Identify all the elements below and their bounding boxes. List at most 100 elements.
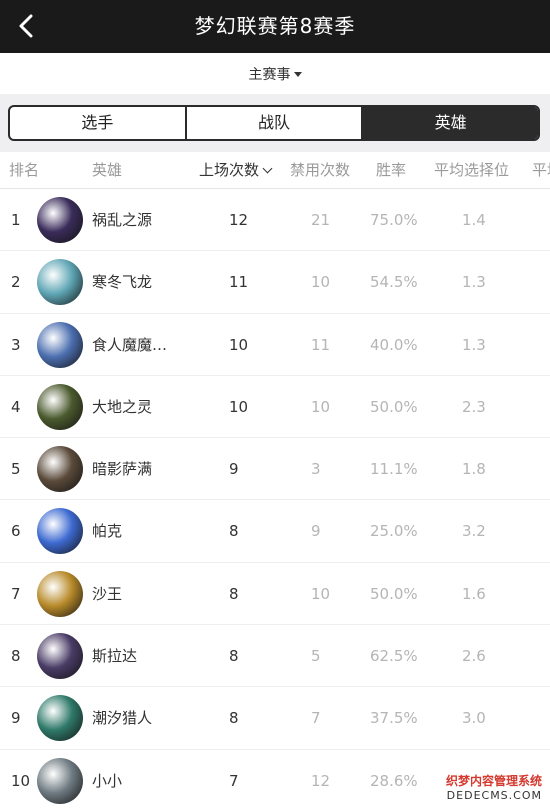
- winrate-cell: 28.6%: [370, 771, 418, 790]
- hero-table: 1 祸乱之源 12 21 75.0% 1.4 2 寒冬飞龙 11 10 54.5…: [0, 189, 550, 808]
- column-header-overflow[interactable]: 平均: [532, 152, 550, 189]
- rank-cell: 2: [11, 273, 21, 292]
- bans-cell: 9: [311, 522, 321, 541]
- rank-cell: 8: [11, 647, 21, 666]
- table-row[interactable]: 5 暗影萨满 9 3 11.1% 1.8: [0, 438, 550, 501]
- page-title: 梦幻联赛第8赛季: [194, 14, 356, 38]
- app-header: 梦幻联赛第8赛季: [0, 0, 550, 53]
- winrate-cell: 40.0%: [370, 335, 418, 354]
- column-header-picks[interactable]: 上场次数: [199, 152, 273, 189]
- rank-cell: 1: [11, 211, 21, 229]
- picks-cell: 11: [229, 273, 249, 292]
- tab-teams[interactable]: 战队: [184, 107, 362, 139]
- rank-cell: 7: [11, 584, 21, 603]
- hero-name: 食人魔魔…: [92, 335, 168, 354]
- table-row[interactable]: 8 斯拉达 8 5 62.5% 2.6: [0, 625, 550, 688]
- table-header: 排名 英雄 上场次数 禁用次数 胜率 平均选择位 平均: [0, 152, 550, 189]
- column-header-avg-pick-position[interactable]: 平均选择位: [434, 152, 509, 189]
- watermark-logo: 织梦内容管理系统 DEDECMS.COM: [432, 772, 542, 802]
- hero-name: 大地之灵: [92, 397, 153, 416]
- hero-avatar: [37, 446, 83, 493]
- column-header-bans[interactable]: 禁用次数: [290, 152, 350, 189]
- picks-cell: 10: [229, 335, 249, 354]
- picks-cell: 8: [229, 584, 239, 603]
- rank-cell: 9: [11, 709, 21, 728]
- watermark-text: 织梦内容管理系统: [445, 774, 542, 788]
- winrate-cell: 25.0%: [370, 522, 418, 541]
- rank-cell: 5: [11, 460, 21, 479]
- winrate-cell: 50.0%: [370, 397, 418, 416]
- column-header-rank[interactable]: 排名: [9, 152, 39, 189]
- hero-avatar: [37, 259, 83, 306]
- hero-name: 小小: [92, 771, 123, 790]
- event-filter-dropdown[interactable]: 主赛事: [249, 64, 302, 84]
- hero-avatar: [37, 757, 83, 804]
- column-header-winrate[interactable]: 胜率: [376, 152, 406, 189]
- hero-name: 帕克: [92, 522, 123, 541]
- rank-cell: 3: [11, 335, 21, 354]
- bans-cell: 21: [311, 211, 331, 229]
- avg-pick-position-cell: 3.2: [462, 522, 486, 541]
- picks-cell: 8: [229, 709, 239, 728]
- avg-pick-position-cell: 1.3: [462, 335, 486, 354]
- tab-players[interactable]: 选手: [10, 107, 185, 139]
- caret-down-icon: [293, 72, 302, 77]
- picks-cell: 9: [229, 460, 239, 479]
- hero-avatar: [37, 695, 83, 742]
- bans-cell: 10: [311, 397, 331, 416]
- hero-avatar: [37, 321, 83, 368]
- avg-pick-position-cell: 2.3: [462, 397, 486, 416]
- rank-cell: 10: [11, 771, 31, 790]
- segmented-control: 选手 战队 英雄: [8, 105, 540, 141]
- bans-cell: 11: [311, 335, 331, 354]
- avg-pick-position-cell: 1.6: [462, 584, 486, 603]
- table-row[interactable]: 1 祸乱之源 12 21 75.0% 1.4: [0, 189, 550, 252]
- hero-name: 沙王: [92, 584, 123, 603]
- column-header-picks-label: 上场次数: [199, 161, 260, 179]
- avg-pick-position-cell: 1.3: [462, 273, 486, 292]
- hero-avatar: [37, 508, 83, 555]
- table-row[interactable]: 6 帕克 8 9 25.0% 3.2: [0, 500, 550, 563]
- avg-pick-position-cell: 3.0: [462, 709, 486, 728]
- hero-avatar: [37, 633, 83, 680]
- picks-cell: 8: [229, 647, 239, 666]
- picks-cell: 7: [229, 771, 239, 790]
- table-row[interactable]: 7 沙王 8 10 50.0% 1.6: [0, 563, 550, 626]
- tab-bar-container: 选手 战队 英雄: [0, 94, 550, 152]
- avg-pick-position-cell: 1.4: [462, 211, 486, 229]
- rank-cell: 6: [11, 522, 21, 541]
- rank-cell: 4: [11, 397, 21, 416]
- winrate-cell: 62.5%: [370, 647, 418, 666]
- hero-avatar: [37, 570, 83, 617]
- avg-pick-position-cell: 1.8: [462, 460, 486, 479]
- winrate-cell: 75.0%: [370, 211, 418, 229]
- table-row[interactable]: 4 大地之灵 10 10 50.0% 2.3: [0, 376, 550, 439]
- hero-name: 寒冬飞龙: [92, 273, 153, 292]
- tab-heroes[interactable]: 英雄: [361, 107, 538, 139]
- watermark-url: DEDECMS.COM: [446, 789, 542, 802]
- hero-name: 祸乱之源: [92, 211, 153, 229]
- picks-cell: 12: [229, 211, 249, 229]
- bans-cell: 10: [311, 584, 331, 603]
- winrate-cell: 11.1%: [370, 460, 418, 479]
- avg-pick-position-cell: 2.6: [462, 647, 486, 666]
- table-row[interactable]: 3 食人魔魔… 10 11 40.0% 1.3: [0, 314, 550, 376]
- winrate-cell: 37.5%: [370, 709, 418, 728]
- winrate-cell: 54.5%: [370, 273, 418, 292]
- event-filter-label: 主赛事: [248, 67, 291, 83]
- table-row[interactable]: 2 寒冬飞龙 11 10 54.5% 1.3: [0, 251, 550, 314]
- bans-cell: 5: [311, 647, 321, 666]
- hero-name: 潮汐猎人: [92, 709, 153, 728]
- sort-chevron-icon: [262, 163, 273, 174]
- bans-cell: 3: [311, 460, 321, 479]
- bans-cell: 7: [311, 709, 321, 728]
- filter-bar: 主赛事: [0, 53, 550, 94]
- table-row[interactable]: 9 潮汐猎人 8 7 37.5% 3.0: [0, 687, 550, 750]
- column-header-hero[interactable]: 英雄: [92, 152, 122, 189]
- picks-cell: 8: [229, 522, 239, 541]
- hero-avatar: [37, 383, 83, 430]
- hero-name: 暗影萨满: [92, 460, 153, 479]
- hero-name: 斯拉达: [92, 647, 138, 666]
- hero-avatar: [37, 197, 83, 243]
- winrate-cell: 50.0%: [370, 584, 418, 603]
